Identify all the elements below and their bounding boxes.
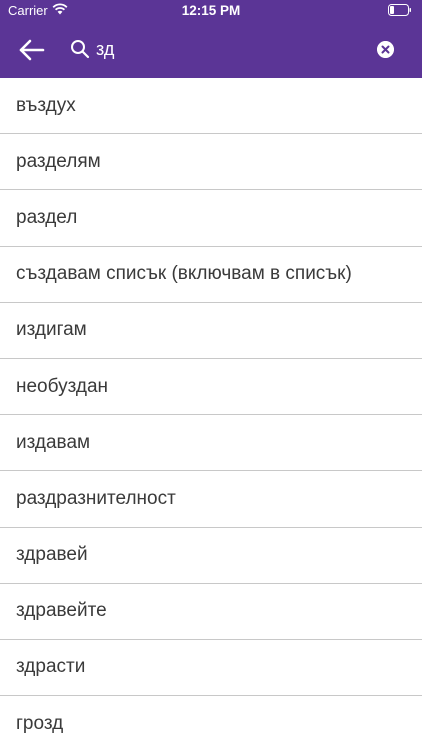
search-input[interactable] [96,34,356,64]
back-arrow-icon[interactable] [16,36,48,64]
list-item[interactable]: издигам [0,302,422,359]
list-item[interactable]: раздел [0,190,422,247]
list-item[interactable]: издавам [0,415,422,472]
list-item[interactable]: грозд [0,696,422,750]
list-item[interactable]: здравей [0,527,422,584]
search-icon [71,40,90,59]
list-item[interactable]: създавам списък (включвам в списък) [0,246,422,303]
list-item[interactable]: здрасти [0,639,422,697]
list-item[interactable]: въздух [0,78,422,135]
list-item[interactable]: раздразнителност [0,471,422,528]
status-time: 12:15 PM [181,3,241,18]
app-header: Carrier 12:15 PM [0,0,422,78]
results-list: въздух разделям раздел създавам списък (… [0,78,422,750]
list-item[interactable]: здравейте [0,583,422,640]
list-item[interactable]: разделям [0,134,422,191]
battery-icon [388,4,411,16]
clear-icon[interactable] [377,41,394,58]
search-bar [0,22,422,78]
list-item[interactable]: необуздан [0,358,422,416]
status-bar: Carrier 12:15 PM [0,0,422,22]
